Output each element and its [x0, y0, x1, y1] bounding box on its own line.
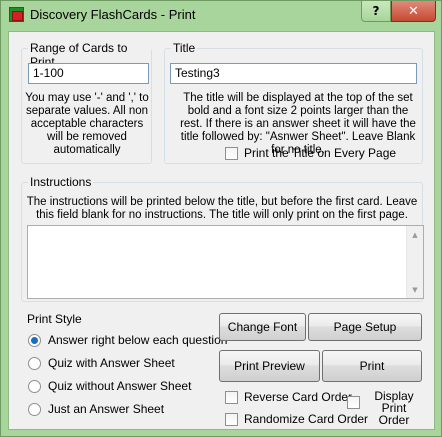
print-style-option-label: Quiz with Answer Sheet: [48, 356, 175, 370]
title-input[interactable]: Testing3: [170, 63, 417, 84]
page-setup-button[interactable]: Page Setup: [308, 313, 422, 341]
display-print-order-box[interactable]: [347, 396, 360, 409]
close-button[interactable]: ✕: [391, 1, 436, 22]
help-button[interactable]: ?: [361, 1, 391, 22]
print-preview-button[interactable]: Print Preview: [219, 350, 320, 382]
print-style-option-label: Answer right below each question: [48, 333, 228, 347]
title-bar[interactable]: Discovery FlashCards - Print ? ✕: [1, 1, 441, 29]
reverse-order-label: Reverse Card Order: [244, 390, 353, 404]
title-group-label: Title: [171, 41, 198, 55]
instructions-group-label: Instructions: [28, 175, 94, 189]
print-style-option-label: Just an Answer Sheet: [48, 402, 165, 416]
print-button[interactable]: Print: [322, 350, 422, 382]
title-every-page-checkbox[interactable]: Print the Title on Every Page: [225, 146, 396, 160]
scroll-up-arrow-icon[interactable]: ▲: [407, 226, 423, 243]
radio-unchecked-icon[interactable]: [28, 379, 41, 393]
scroll-down-arrow-icon[interactable]: ▼: [407, 281, 423, 298]
print-style-option-quiz-without-answers[interactable]: Quiz without Answer Sheet: [28, 379, 191, 393]
title-every-page-box[interactable]: [225, 146, 238, 160]
display-print-order-label: Display Print Order: [374, 389, 414, 427]
print-style-option-answer-below[interactable]: Answer right below each question: [28, 333, 227, 347]
print-style-option-quiz-with-answers[interactable]: Quiz with Answer Sheet: [28, 356, 175, 370]
print-style-option-answer-sheet-only[interactable]: Just an Answer Sheet: [28, 402, 164, 416]
window-title: Discovery FlashCards - Print: [30, 7, 196, 22]
instructions-textarea[interactable]: ▲ ▼: [27, 225, 424, 299]
instructions-scrollbar[interactable]: ▲ ▼: [406, 226, 423, 298]
instructions-note: The instructions will be printed below t…: [26, 196, 418, 221]
range-input[interactable]: 1-100: [28, 63, 149, 84]
print-dialog-window: Discovery FlashCards - Print ? ✕ Range o…: [0, 0, 442, 437]
radio-checked-icon[interactable]: [28, 333, 41, 347]
display-print-order-checkbox[interactable]: Display Print Order: [347, 390, 422, 426]
title-every-page-label: Print the Title on Every Page: [244, 146, 397, 160]
dialog-body: Range of Cards to Print 1-100 You may us…: [8, 31, 435, 430]
range-note: You may use '-' and ',' to separate valu…: [25, 92, 149, 156]
flashcards-app-icon: [9, 7, 24, 22]
radio-unchecked-icon[interactable]: [28, 402, 41, 416]
change-font-button[interactable]: Change Font: [219, 313, 306, 341]
radio-unchecked-icon[interactable]: [28, 356, 41, 370]
print-style-option-label: Quiz without Answer Sheet: [48, 379, 192, 393]
print-style-label: Print Style: [25, 312, 84, 326]
reverse-order-box[interactable]: [225, 390, 238, 404]
reverse-order-checkbox[interactable]: Reverse Card Order: [225, 390, 352, 404]
randomize-order-box[interactable]: [225, 412, 238, 426]
